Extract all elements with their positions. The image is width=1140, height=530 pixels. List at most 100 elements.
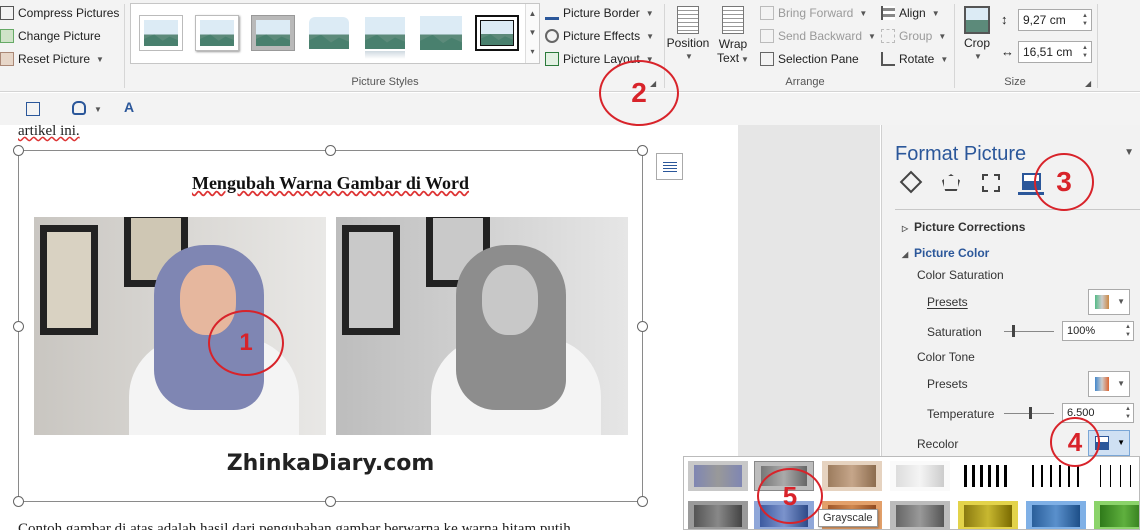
picture-effects-button[interactable]: Picture Effects ▼: [545, 29, 654, 43]
presets-icon: [1095, 377, 1109, 391]
group-icon: [881, 29, 895, 43]
recolor-dark-green[interactable]: [1094, 501, 1139, 529]
chevron-down-icon: ▼: [859, 8, 868, 18]
temperature-slider-knob[interactable]: [1029, 407, 1032, 419]
chevron-down-icon: ▼: [1117, 438, 1125, 447]
send-backward-button[interactable]: Send Backward ▼: [760, 29, 876, 43]
crop-button[interactable]: Crop ▼: [959, 6, 995, 61]
chevron-down-icon: ▼: [931, 8, 940, 18]
temperature-label: Temperature: [927, 407, 995, 421]
spinner-icon[interactable]: ▲ ▼: [1125, 323, 1131, 339]
saturation-presets-dropdown[interactable]: ▼: [1088, 289, 1130, 315]
width-input[interactable]: 16,51 cm ▲ ▼: [1018, 41, 1092, 63]
change-picture-icon: [0, 29, 14, 43]
picture-style-simple-frame[interactable]: [139, 15, 183, 51]
layout-size-tab[interactable]: [978, 171, 1004, 195]
effects-tab[interactable]: [938, 171, 964, 195]
arrange-group-label: Arrange: [785, 76, 825, 88]
recolor-black-white-25[interactable]: [958, 461, 1018, 491]
position-button[interactable]: Position ▼: [667, 6, 709, 61]
resize-handle-bottom[interactable]: [325, 496, 336, 507]
chevron-down-icon: ▼: [685, 52, 693, 61]
recolor-dark-gray[interactable]: [688, 501, 748, 529]
annotation-mark: 3: [1034, 153, 1094, 211]
pane-options-icon[interactable]: ▼: [1124, 147, 1134, 158]
spelling-icon[interactable]: A: [124, 100, 138, 114]
send-backward-icon: [760, 29, 774, 43]
group-button[interactable]: Group ▼: [881, 29, 946, 43]
recolor-dark-blue-2[interactable]: [1026, 501, 1086, 529]
recolor-dark-gray-2[interactable]: [890, 501, 950, 529]
selection-pane-button[interactable]: Selection Pane: [760, 52, 859, 66]
recolor-no-recolor[interactable]: [688, 461, 748, 491]
recolor-black-white-75[interactable]: [1094, 461, 1139, 491]
fill-line-tab[interactable]: [898, 170, 924, 195]
edit-icon[interactable]: [26, 102, 40, 116]
picture-style-shadow[interactable]: [195, 15, 239, 51]
gallery-scroll[interactable]: ▲ ▼ ▾: [525, 4, 539, 63]
tone-presets-label: Presets: [927, 377, 968, 391]
saturation-slider[interactable]: [1004, 325, 1054, 337]
annotation-mark: 1: [208, 310, 284, 376]
height-input[interactable]: 9,27 cm ▲ ▼: [1018, 9, 1092, 31]
presets-icon: [1095, 295, 1109, 309]
spinner-icon[interactable]: ▲ ▼: [1082, 44, 1088, 60]
fill-line-icon: [899, 170, 923, 194]
annotation-mark: 5: [757, 468, 823, 524]
recolor-washout[interactable]: [890, 461, 950, 491]
recolor-sepia[interactable]: [822, 461, 882, 491]
chevron-down-icon[interactable]: ▼: [96, 55, 104, 64]
spinner-icon[interactable]: ▲ ▼: [1125, 405, 1131, 421]
resize-handle-top[interactable]: [325, 145, 336, 156]
compress-pictures-button[interactable]: Compress Pictures: [0, 6, 119, 20]
effects-icon: [545, 29, 559, 43]
collapse-icon: ◢: [902, 250, 909, 259]
picture-corrections-section[interactable]: ▷ Picture Corrections: [902, 220, 1025, 234]
wrap-text-icon: [722, 6, 744, 34]
grayscale-photo: [336, 217, 628, 435]
temperature-slider[interactable]: [1004, 407, 1054, 419]
chevron-down-icon[interactable]: ▼: [94, 105, 102, 114]
saturation-input[interactable]: 100% ▲ ▼: [1062, 321, 1134, 341]
pane-title: Format Picture: [895, 143, 1027, 165]
chevron-down-icon: ▼: [1117, 297, 1125, 306]
picture-style-reflected[interactable]: [363, 15, 407, 59]
effects-icon: [942, 174, 960, 191]
resize-handle-bottom-right[interactable]: [637, 496, 648, 507]
resize-handle-top-right[interactable]: [637, 145, 648, 156]
reset-picture-button[interactable]: Reset Picture ▼: [0, 52, 104, 66]
original-photo: [34, 217, 326, 435]
watermark-text: ZhinkaDiary.com: [226, 451, 435, 476]
picture-style-soft-edge[interactable]: [419, 15, 463, 51]
picture-style-black-frame[interactable]: [475, 15, 519, 51]
change-picture-button[interactable]: Change Picture: [0, 29, 101, 43]
layout-options-button[interactable]: [656, 153, 683, 180]
layout-icon: [545, 52, 559, 66]
picture-border-button[interactable]: Picture Border ▼: [545, 6, 654, 20]
picture-style-rounded[interactable]: [307, 15, 351, 51]
resize-handle-left[interactable]: [13, 321, 24, 332]
recolor-dark-yellow[interactable]: [958, 501, 1018, 529]
dialog-launcher-icon[interactable]: ◢: [1085, 79, 1091, 88]
size-group-label: Size: [1004, 76, 1026, 88]
chevron-down-icon: ▼: [868, 31, 876, 41]
align-button[interactable]: Align ▼: [881, 6, 940, 20]
picture-color-section[interactable]: ◢ Picture Color: [902, 246, 989, 260]
resize-handle-bottom-left[interactable]: [13, 496, 24, 507]
selected-picture[interactable]: Mengubah Warna Gambar di Word ZhinkaDiar…: [13, 145, 648, 507]
resize-handle-right[interactable]: [637, 321, 648, 332]
color-tone-label: Color Tone: [917, 350, 975, 364]
recolor-gallery: [683, 456, 1140, 530]
bring-forward-button[interactable]: Bring Forward ▼: [760, 6, 867, 20]
wrap-text-button[interactable]: Wrap Text ▼: [714, 6, 752, 65]
rotate-button[interactable]: Rotate ▼: [881, 52, 948, 66]
position-icon: [677, 6, 699, 34]
saturation-slider-knob[interactable]: [1011, 325, 1015, 337]
picture-style-metal-frame[interactable]: [251, 15, 295, 51]
tone-presets-dropdown[interactable]: ▼: [1088, 371, 1130, 397]
chevron-down-icon: ▼: [940, 54, 949, 64]
touch-mode-icon[interactable]: [72, 101, 86, 115]
resize-handle-top-left[interactable]: [13, 145, 24, 156]
annotation-mark: 4: [1050, 417, 1100, 467]
spinner-icon[interactable]: ▲ ▼: [1082, 12, 1088, 28]
